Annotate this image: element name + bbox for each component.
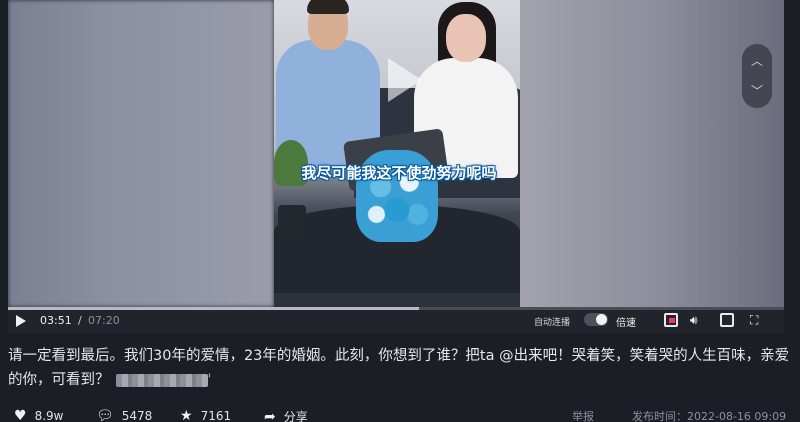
woman-head [446, 14, 486, 62]
chevron-up-icon[interactable]: ︿ [750, 54, 764, 68]
play-overlay-icon[interactable] [388, 58, 422, 102]
play-icon[interactable] [16, 315, 26, 327]
comment-button[interactable]: 💬︎ 5478 [96, 408, 152, 422]
video-description: 请一定看到最后。我们30年的爱情，23年的婚姻。此刻，你想到了谁？把ta @出来… [8, 344, 792, 392]
share-icon: ➦ [264, 408, 276, 422]
pip-indicator [669, 318, 675, 323]
report-button[interactable]: 举报 [572, 408, 594, 422]
favorite-button[interactable]: ★ 7161 [180, 408, 231, 422]
volume-icon[interactable]: 🔊︎ [690, 313, 704, 327]
man-hair [307, 0, 349, 14]
video-frame[interactable]: 我尽可能我这不使劲努力呢吗 [274, 0, 520, 307]
speed-button[interactable]: 倍速 [616, 314, 636, 329]
video-switch-nav: ︿ ﹀ [742, 44, 772, 108]
blurred-background-left [8, 0, 274, 307]
share-label: 分享 [283, 410, 308, 422]
blurred-background-right [520, 0, 784, 307]
masked-mention [115, 373, 208, 387]
time-separator: / [78, 314, 82, 327]
star-icon: ★ [180, 408, 193, 422]
chevron-down-icon[interactable]: ﹀ [750, 84, 764, 98]
share-button[interactable]: ➦ 分享 [264, 408, 308, 422]
autoplay-label: 自动连播 [534, 318, 571, 328]
publish-time: 发布时间：2022-08-16 09:09 [632, 410, 787, 422]
video-player[interactable]: 我尽可能我这不使劲努力呢吗 ︿ ﹀ [8, 0, 784, 333]
fullscreen-icon[interactable]: ⛶ [750, 313, 764, 327]
comment-count: 5478 [121, 409, 153, 422]
favorite-count: 7161 [200, 409, 232, 422]
heart-icon: ♥ [14, 408, 27, 422]
web-fullscreen-icon[interactable] [720, 313, 734, 327]
total-time: 07:20 [88, 314, 120, 327]
description-tail: ' [207, 372, 212, 388]
video-subtitle: 我尽可能我这不使劲努力呢吗 [301, 164, 497, 182]
plant-pot [278, 205, 306, 235]
comment-icon: 💬︎ [96, 408, 114, 422]
autoplay-toggle-knob [596, 314, 607, 325]
current-time: 03:51 [40, 314, 72, 327]
like-count: 8.9w [34, 409, 64, 422]
video-page: 我尽可能我这不使劲努力呢吗 ︿ ﹀ 03:51 / 07:20 自动连播 倍速 … [0, 0, 800, 422]
like-button[interactable]: ♥ 8.9w [14, 408, 63, 422]
